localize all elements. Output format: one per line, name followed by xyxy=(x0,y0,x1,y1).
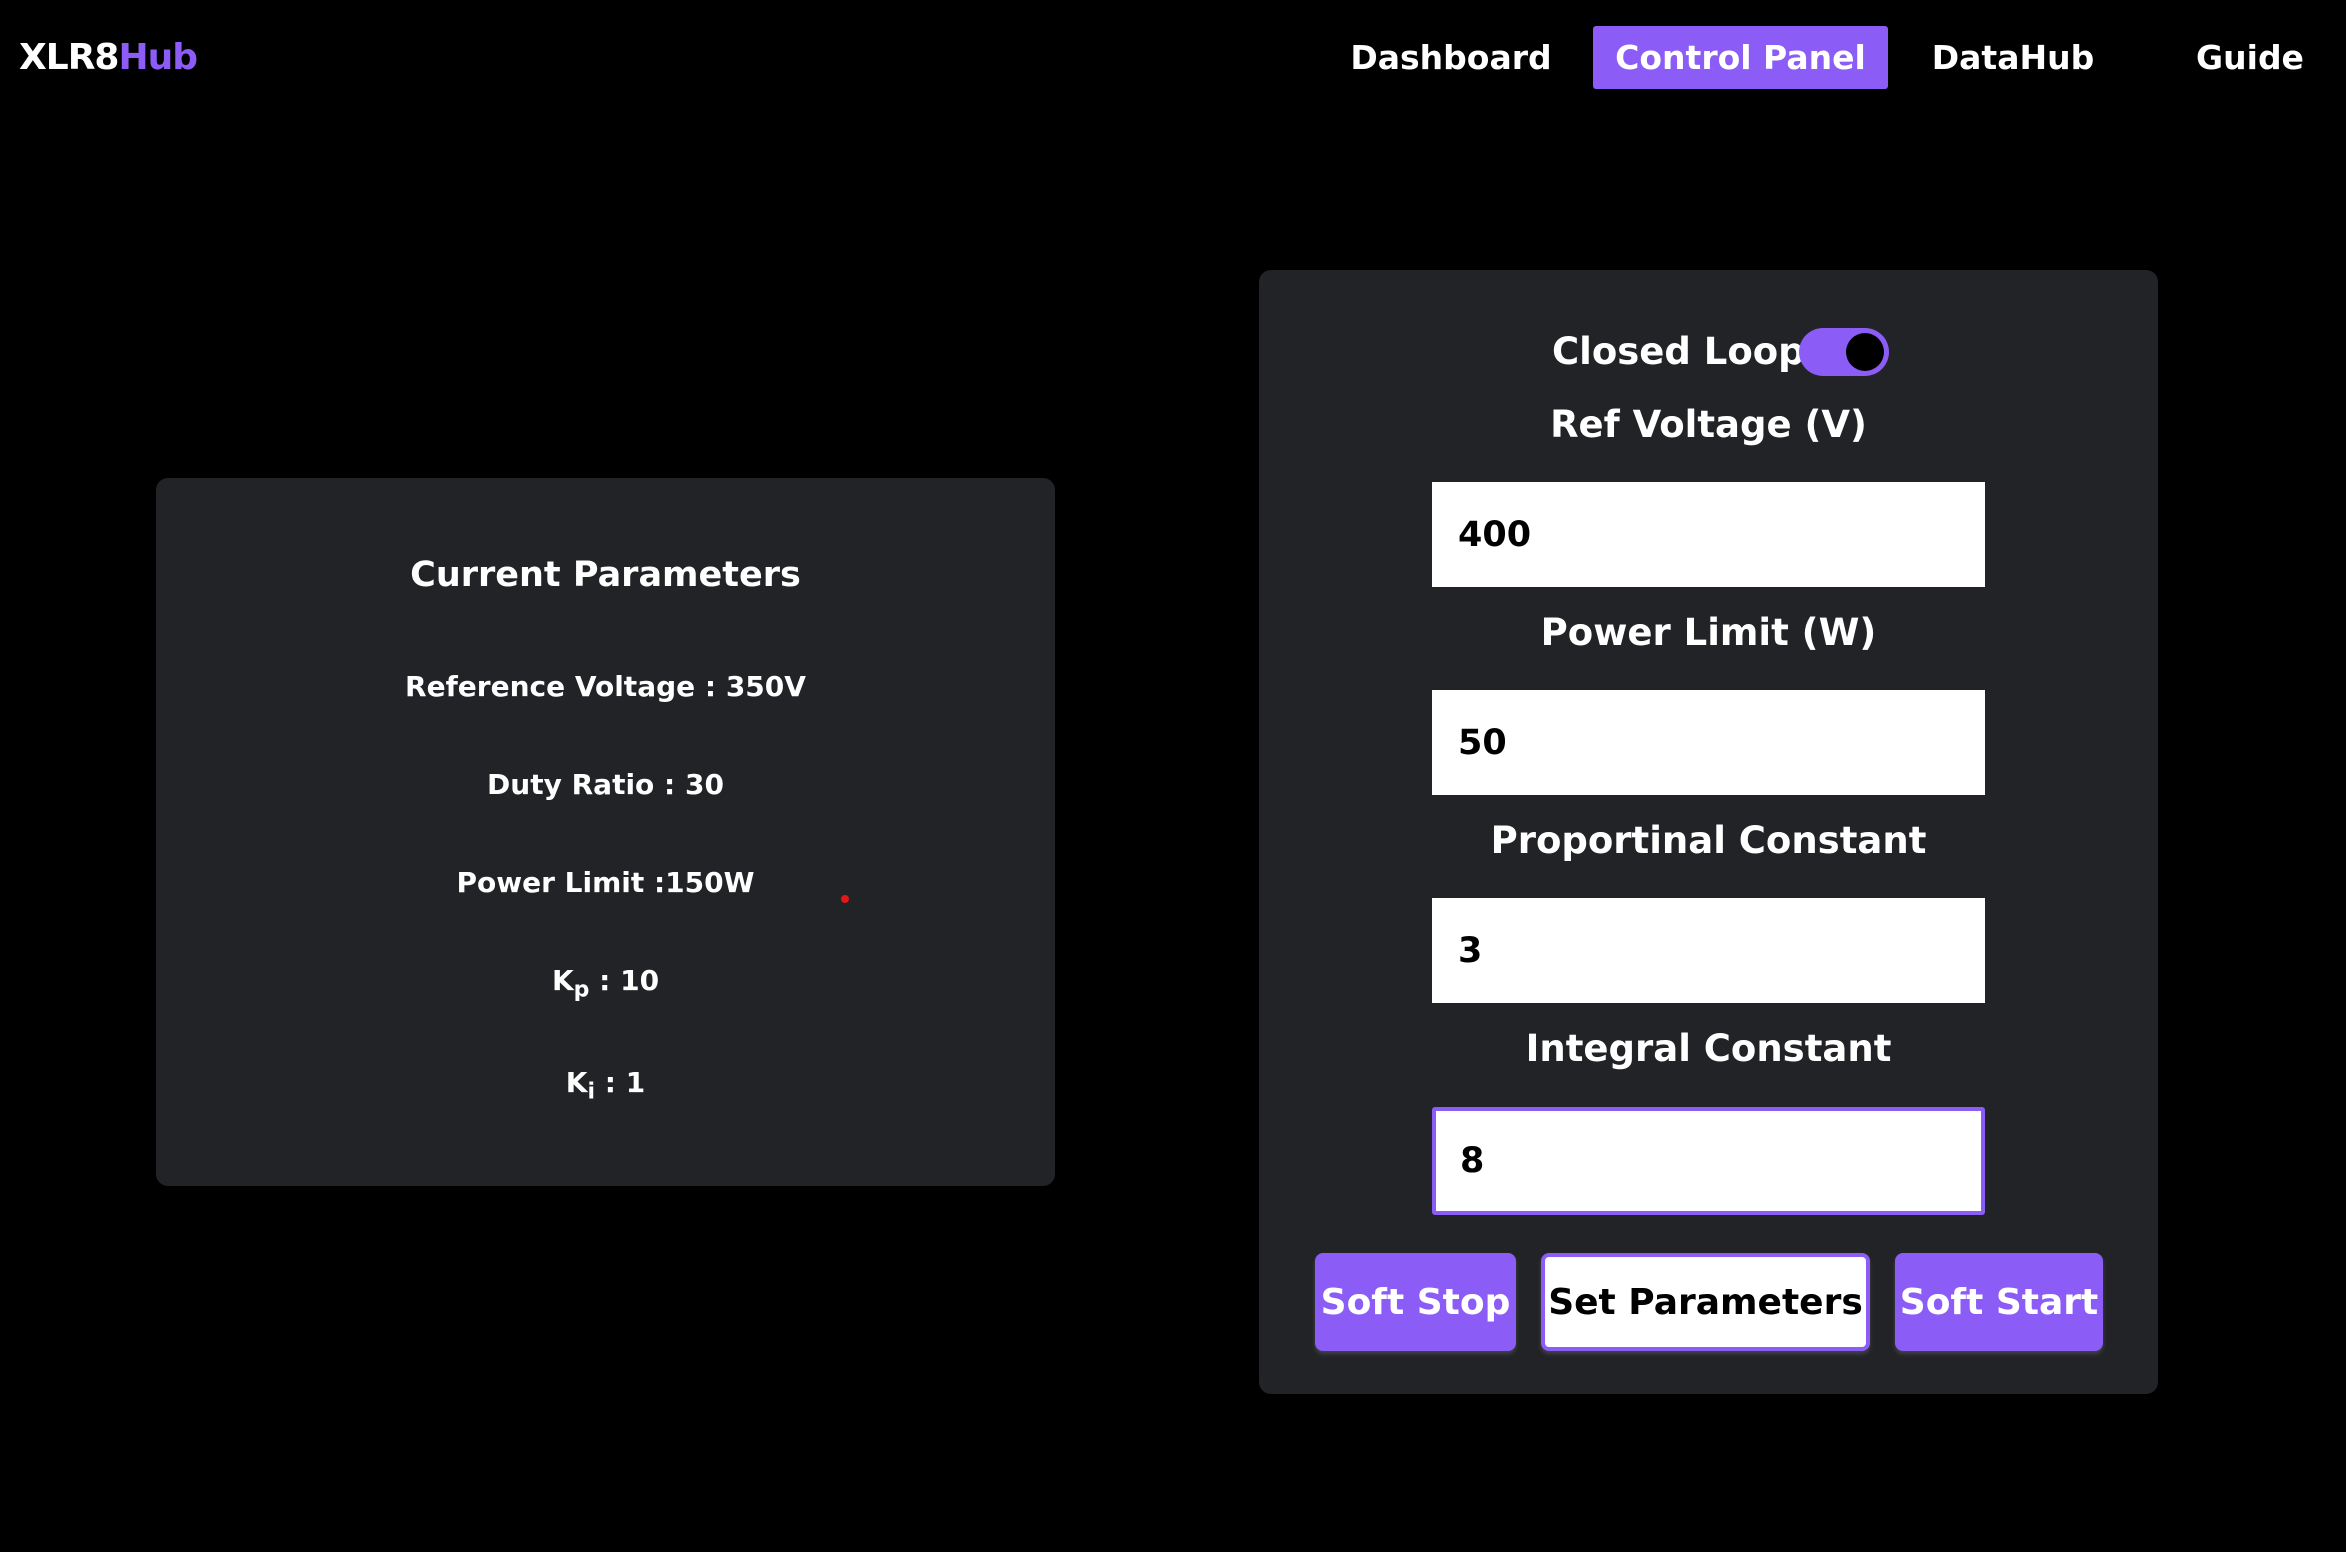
power-limit-readout: Power Limit :150W xyxy=(456,866,755,899)
brand-logo[interactable]: XLR8Hub xyxy=(19,30,198,86)
kp-value: : 10 xyxy=(589,964,660,997)
current-parameters-title: Current Parameters xyxy=(410,555,801,595)
reference-voltage-readout: Reference Voltage : 350V xyxy=(405,670,806,703)
cursor-dot xyxy=(841,895,849,903)
ref-voltage-label: Ref Voltage (V) xyxy=(1550,403,1867,446)
proportional-constant-input[interactable] xyxy=(1432,898,1985,1003)
power-limit-input[interactable] xyxy=(1432,690,1985,795)
power-limit-label: Power Limit (W) xyxy=(1540,611,1877,654)
kp-subscript: p xyxy=(573,977,590,1003)
nav-item-control-panel[interactable]: Control Panel xyxy=(1593,26,1888,89)
closed-loop-toggle[interactable] xyxy=(1799,328,1889,376)
toggle-knob xyxy=(1846,333,1884,371)
ki-value: : 1 xyxy=(595,1066,646,1099)
main-nav: Dashboard Control Panel DataHub Guide xyxy=(1300,26,2340,89)
kp-symbol: K xyxy=(551,964,574,997)
closed-loop-row: Closed Loop xyxy=(1540,326,1900,378)
control-panel-page: XLR8Hub Dashboard Control Panel DataHub … xyxy=(0,0,2346,1552)
ref-voltage-input[interactable] xyxy=(1432,482,1985,587)
integral-constant-input[interactable] xyxy=(1432,1107,1985,1215)
soft-stop-button[interactable]: Soft Stop xyxy=(1315,1253,1516,1351)
duty-ratio-readout: Duty Ratio : 30 xyxy=(487,768,724,801)
kp-readout: Kp : 10 xyxy=(156,964,1055,1003)
soft-start-button[interactable]: Soft Start xyxy=(1895,1253,2103,1351)
closed-loop-label: Closed Loop xyxy=(1552,330,1805,373)
set-parameters-button[interactable]: Set Parameters xyxy=(1541,1253,1870,1351)
brand-name-part1: XLR8 xyxy=(19,37,119,78)
nav-item-dashboard[interactable]: Dashboard xyxy=(1320,26,1582,89)
integral-constant-label: Integral Constant xyxy=(1525,1027,1892,1070)
brand-name-part2: Hub xyxy=(118,37,198,78)
proportional-constant-label: Proportinal Constant xyxy=(1490,819,1927,862)
nav-item-datahub[interactable]: DataHub xyxy=(1924,26,2102,89)
ki-symbol: K xyxy=(565,1066,588,1099)
ki-subscript: i xyxy=(587,1079,596,1105)
nav-item-guide[interactable]: Guide xyxy=(2180,26,2320,89)
ki-readout: Ki : 1 xyxy=(156,1066,1055,1105)
